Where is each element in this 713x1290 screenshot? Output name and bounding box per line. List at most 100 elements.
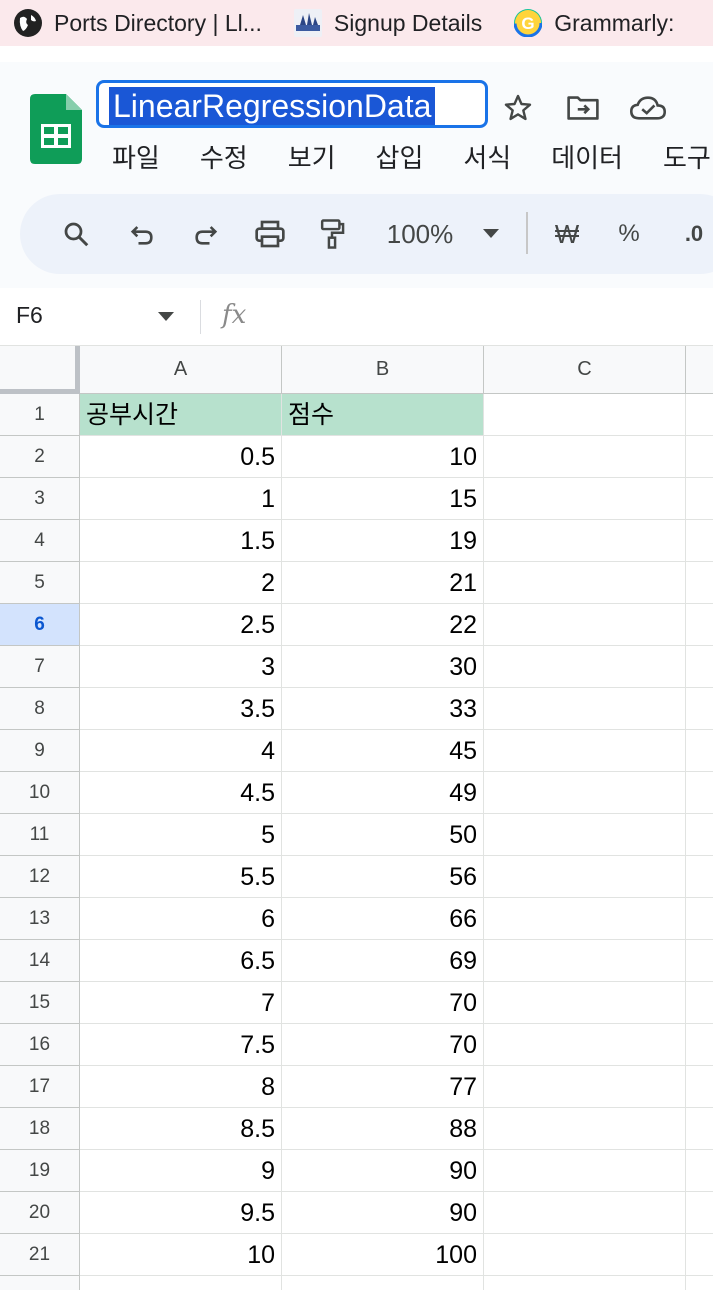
cell-a[interactable]: 4: [80, 730, 282, 772]
cell-a[interactable]: 0.5: [80, 436, 282, 478]
decrease-decimal-button[interactable]: .0: [674, 214, 713, 254]
redo-icon[interactable]: [186, 214, 226, 254]
cell-d[interactable]: [686, 982, 713, 1024]
cell-c[interactable]: [484, 982, 686, 1024]
currency-format-button[interactable]: ₩: [550, 214, 584, 254]
cell-c[interactable]: [484, 940, 686, 982]
select-all-corner[interactable]: [0, 346, 80, 394]
cell-d[interactable]: [686, 1024, 713, 1066]
doc-title-input[interactable]: LinearRegressionData: [96, 80, 488, 128]
row-header[interactable]: 11: [0, 814, 80, 856]
cell-b[interactable]: 90: [282, 1192, 484, 1234]
cell-d[interactable]: [686, 604, 713, 646]
cell-a[interactable]: 8.5: [80, 1108, 282, 1150]
bookmark-ports-directory[interactable]: Ports Directory | Ll...: [0, 0, 280, 46]
cell-d[interactable]: [686, 1192, 713, 1234]
row-header[interactable]: 19: [0, 1150, 80, 1192]
percent-format-button[interactable]: %: [614, 214, 644, 254]
cell-a[interactable]: 7.5: [80, 1024, 282, 1066]
cell-b[interactable]: 21: [282, 562, 484, 604]
cell-b[interactable]: 90: [282, 1150, 484, 1192]
cell-d[interactable]: [686, 898, 713, 940]
cell-b[interactable]: 점수: [282, 394, 484, 436]
column-header-c[interactable]: C: [484, 346, 686, 394]
cell-a[interactable]: 공부시간: [80, 394, 282, 436]
row-header[interactable]: 5: [0, 562, 80, 604]
cell-d[interactable]: [686, 394, 713, 436]
cell-c[interactable]: [484, 436, 686, 478]
row-header[interactable]: 8: [0, 688, 80, 730]
cell-b[interactable]: 49: [282, 772, 484, 814]
row-header[interactable]: 10: [0, 772, 80, 814]
cell-d[interactable]: [686, 1066, 713, 1108]
cell-b[interactable]: 100: [282, 1234, 484, 1276]
cell-a[interactable]: 5: [80, 814, 282, 856]
cell-d[interactable]: [686, 520, 713, 562]
sheets-logo-icon[interactable]: [30, 94, 82, 164]
cloud-saved-icon[interactable]: [630, 90, 666, 126]
cell-b[interactable]: 56: [282, 856, 484, 898]
move-folder-icon[interactable]: [565, 90, 601, 126]
cell-b[interactable]: 30: [282, 646, 484, 688]
row-header[interactable]: 15: [0, 982, 80, 1024]
column-header-d[interactable]: [686, 346, 713, 394]
cell-c[interactable]: [484, 646, 686, 688]
cell-c[interactable]: [484, 1150, 686, 1192]
cell-b[interactable]: [282, 1276, 484, 1290]
cell-c[interactable]: [484, 688, 686, 730]
cell-d[interactable]: [686, 646, 713, 688]
menu-file[interactable]: 파일: [112, 138, 160, 175]
menu-view[interactable]: 보기: [288, 138, 336, 175]
cell-a[interactable]: 1: [80, 478, 282, 520]
cell-d[interactable]: [686, 940, 713, 982]
cell-a[interactable]: 7: [80, 982, 282, 1024]
cell-b[interactable]: 10: [282, 436, 484, 478]
cell-c[interactable]: [484, 1276, 686, 1290]
cell-c[interactable]: [484, 604, 686, 646]
cell-b[interactable]: 45: [282, 730, 484, 772]
row-header[interactable]: 18: [0, 1108, 80, 1150]
menu-data[interactable]: 데이터: [551, 138, 623, 175]
search-menus-icon[interactable]: [56, 214, 96, 254]
cell-a[interactable]: 9: [80, 1150, 282, 1192]
column-header-b[interactable]: B: [282, 346, 484, 394]
cell-a[interactable]: 10: [80, 1234, 282, 1276]
cell-c[interactable]: [484, 814, 686, 856]
row-header[interactable]: 3: [0, 478, 80, 520]
cell-a[interactable]: 3.5: [80, 688, 282, 730]
cell-b[interactable]: 69: [282, 940, 484, 982]
cell-a[interactable]: 5.5: [80, 856, 282, 898]
cell-c[interactable]: [484, 394, 686, 436]
row-header[interactable]: 1: [0, 394, 80, 436]
cell-c[interactable]: [484, 730, 686, 772]
cell-a[interactable]: [80, 1276, 282, 1290]
cell-d[interactable]: [686, 1276, 713, 1290]
cell-c[interactable]: [484, 1066, 686, 1108]
cell-c[interactable]: [484, 1234, 686, 1276]
cell-c[interactable]: [484, 520, 686, 562]
cell-d[interactable]: [686, 436, 713, 478]
row-header[interactable]: 6: [0, 604, 80, 646]
row-header[interactable]: 17: [0, 1066, 80, 1108]
cell-d[interactable]: [686, 856, 713, 898]
cell-c[interactable]: [484, 856, 686, 898]
cell-d[interactable]: [686, 772, 713, 814]
cell-c[interactable]: [484, 772, 686, 814]
cell-c[interactable]: [484, 1024, 686, 1066]
cell-d[interactable]: [686, 478, 713, 520]
cell-b[interactable]: 77: [282, 1066, 484, 1108]
row-header[interactable]: 14: [0, 940, 80, 982]
row-header[interactable]: 7: [0, 646, 80, 688]
row-header[interactable]: 12: [0, 856, 80, 898]
menu-edit[interactable]: 수정: [200, 138, 248, 175]
cell-a[interactable]: 2.5: [80, 604, 282, 646]
row-header[interactable]: 4: [0, 520, 80, 562]
zoom-dropdown-icon[interactable]: [478, 214, 504, 254]
cell-c[interactable]: [484, 562, 686, 604]
cell-d[interactable]: [686, 1150, 713, 1192]
zoom-value[interactable]: 100%: [380, 214, 460, 254]
undo-icon[interactable]: [122, 214, 162, 254]
cell-c[interactable]: [484, 898, 686, 940]
menu-insert[interactable]: 삽입: [376, 138, 424, 175]
bookmark-signup-details[interactable]: Signup Details: [280, 0, 500, 46]
